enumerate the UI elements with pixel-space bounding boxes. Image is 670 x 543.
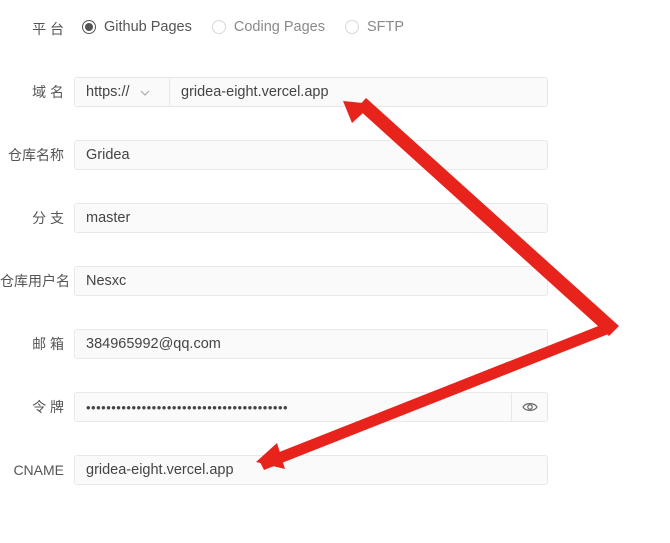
token-masked-value: •••••••••••••••••••••••••••••••••••••••• xyxy=(86,399,289,415)
cname-input[interactable]: gridea-eight.vercel.app xyxy=(74,455,548,485)
radio-github-pages-label: Github Pages xyxy=(104,19,192,35)
radio-unchecked-icon[interactable] xyxy=(344,20,359,34)
radio-sftp-label: SFTP xyxy=(366,19,405,35)
branch-value: master xyxy=(86,210,131,226)
protocol-value: https:// xyxy=(86,84,130,100)
cname-value: gridea-eight.vercel.app xyxy=(86,462,234,478)
repository-label: 仓库名称 xyxy=(8,147,64,163)
domain-input[interactable]: gridea-eight.vercel.app xyxy=(170,84,329,100)
username-value: Nesxc xyxy=(86,273,127,289)
protocol-select[interactable]: https:// xyxy=(75,78,170,106)
username-label: 仓库用户名 xyxy=(0,273,70,289)
branch-label: 分 支 xyxy=(32,210,64,226)
repository-value: Gridea xyxy=(86,147,130,163)
radio-sftp[interactable]: SFTP xyxy=(344,19,405,35)
repository-input[interactable]: Gridea xyxy=(74,140,548,170)
platform-radio-group: Github Pages Coding Pages SFTP xyxy=(82,19,424,35)
email-label: 邮 箱 xyxy=(32,336,64,352)
email-input[interactable]: 384965992@qq.com xyxy=(74,329,548,359)
platform-label: 平 台 xyxy=(32,21,64,37)
token-input[interactable]: •••••••••••••••••••••••••••••••••••••••• xyxy=(74,392,548,422)
radio-unchecked-icon[interactable] xyxy=(211,20,226,34)
domain-field: https:// gridea-eight.vercel.app xyxy=(74,77,548,107)
token-label: 令 牌 xyxy=(32,399,64,415)
username-input[interactable]: Nesxc xyxy=(74,266,548,296)
email-value: 384965992@qq.com xyxy=(86,336,221,352)
chevron-down-icon xyxy=(140,85,150,99)
radio-github-pages[interactable]: Github Pages xyxy=(82,19,192,35)
branch-input[interactable]: master xyxy=(74,203,548,233)
cname-label: CNAME xyxy=(13,462,64,478)
radio-coding-pages-label: Coding Pages xyxy=(233,19,325,35)
eye-icon[interactable] xyxy=(511,393,547,421)
domain-label: 域 名 xyxy=(32,84,64,100)
radio-checked-icon[interactable] xyxy=(82,20,96,34)
radio-coding-pages[interactable]: Coding Pages xyxy=(211,19,325,35)
